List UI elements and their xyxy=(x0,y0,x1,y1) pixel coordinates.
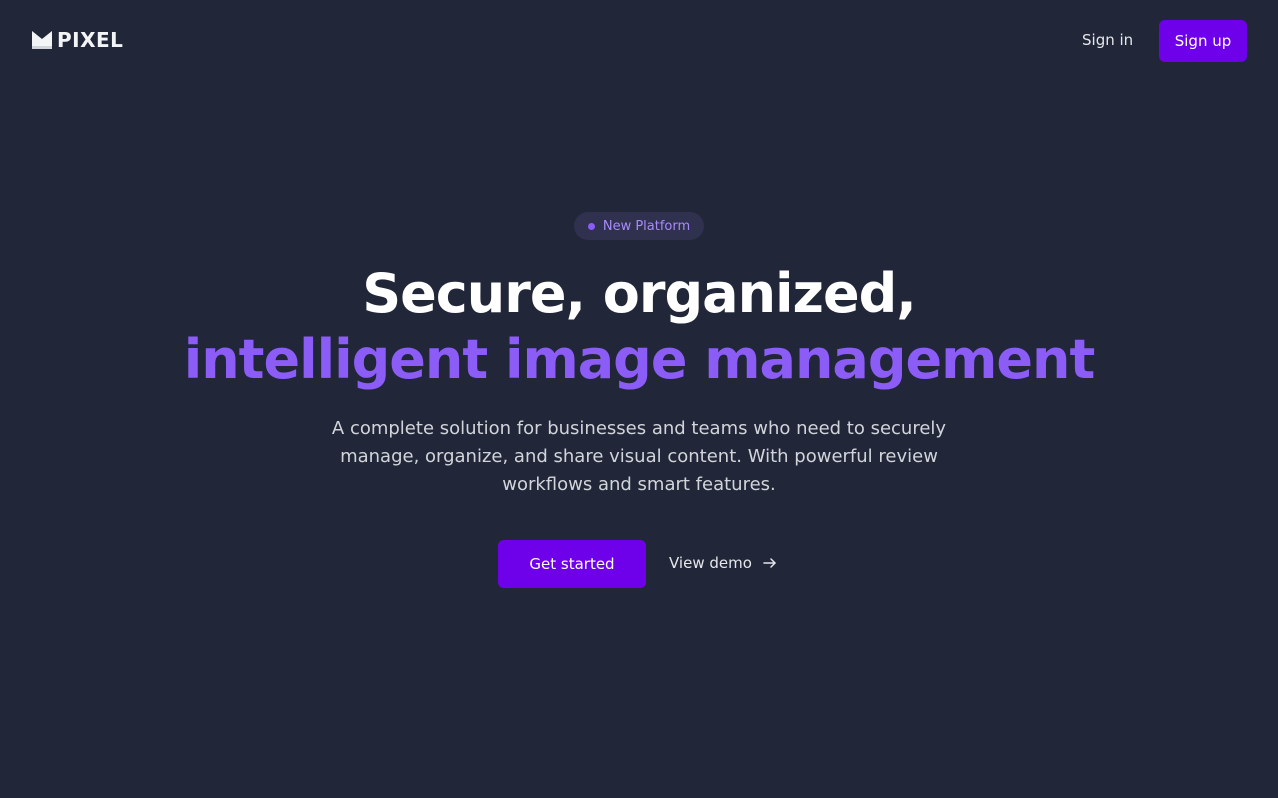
view-demo-link[interactable]: View demo xyxy=(669,551,778,575)
new-platform-badge: New Platform xyxy=(574,212,704,240)
pixel-logo-icon xyxy=(32,31,52,49)
top-navigation: PIXEL Sign in Sign up xyxy=(0,0,1278,80)
hero-headline-line-2: intelligent image management xyxy=(183,328,1096,391)
get-started-button[interactable]: Get started xyxy=(498,540,646,588)
signup-button[interactable]: Sign up xyxy=(1159,20,1247,62)
signin-link[interactable]: Sign in xyxy=(1082,28,1133,52)
badge-dot-icon xyxy=(587,222,595,230)
hero-headline-line-1: Secure, organized, xyxy=(362,262,917,325)
badge-label: New Platform xyxy=(602,218,691,234)
view-demo-label: View demo xyxy=(669,554,752,572)
brand-logo[interactable]: PIXEL xyxy=(31,28,123,52)
hero-description: A complete solution for businesses and t… xyxy=(331,418,947,495)
brand-name: PIXEL xyxy=(57,28,124,52)
arrow-right-icon xyxy=(763,558,776,568)
